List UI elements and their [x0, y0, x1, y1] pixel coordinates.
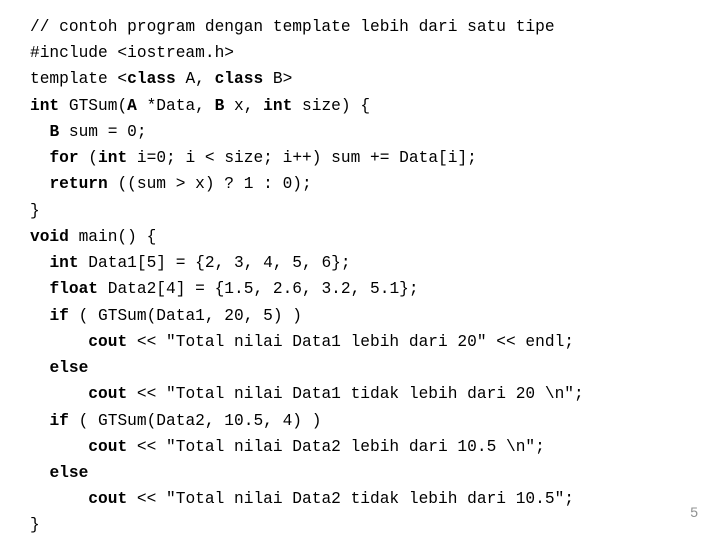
code-line: else — [30, 359, 88, 377]
code-line: float Data2[4] = {1.5, 2.6, 3.2, 5.1}; — [30, 280, 419, 298]
code-line: for (int i=0; i < size; i++) sum += Data… — [30, 149, 477, 167]
code-line: int Data1[5] = {2, 3, 4, 5, 6}; — [30, 254, 351, 272]
code-line: #include <iostream.h> — [30, 44, 234, 62]
page-number: 5 — [690, 501, 698, 524]
code-line: int GTSum(A *Data, B x, int size) { — [30, 97, 370, 115]
code-line: } — [30, 202, 40, 220]
code-line: } — [30, 516, 40, 534]
code-line: cout << "Total nilai Data1 tidak lebih d… — [30, 385, 584, 403]
code-line: cout << "Total nilai Data2 lebih dari 10… — [30, 438, 545, 456]
code-line: B sum = 0; — [30, 123, 147, 141]
code-line: if ( GTSum(Data2, 10.5, 4) ) — [30, 412, 321, 430]
code-line: void main() { — [30, 228, 156, 246]
code-slide: // contoh program dengan template lebih … — [0, 0, 720, 539]
code-line: if ( GTSum(Data1, 20, 5) ) — [30, 307, 302, 325]
code-line: else — [30, 464, 88, 482]
code-line: return ((sum > x) ? 1 : 0); — [30, 175, 312, 193]
code-line: cout << "Total nilai Data2 tidak lebih d… — [30, 490, 574, 508]
code-line: // contoh program dengan template lebih … — [30, 18, 555, 36]
code-line: template <class A, class B> — [30, 70, 292, 88]
code-line: cout << "Total nilai Data1 lebih dari 20… — [30, 333, 574, 351]
